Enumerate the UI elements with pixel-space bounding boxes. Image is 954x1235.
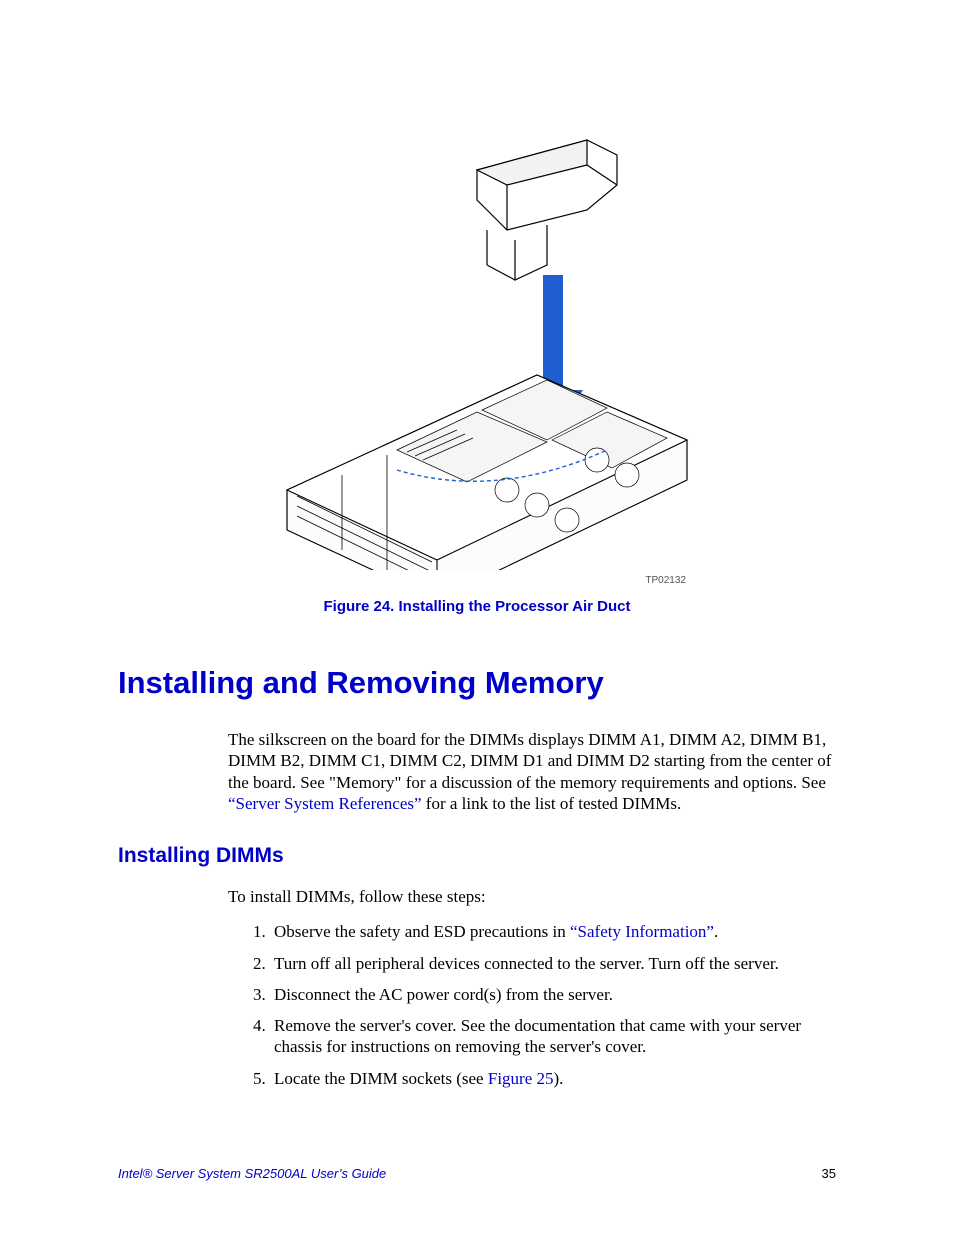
intro-text-post: for a link to the list of tested DIMMs. bbox=[422, 794, 682, 813]
intro-text-pre: The silkscreen on the board for the DIMM… bbox=[228, 730, 831, 792]
step-1: Observe the safety and ESD precautions i… bbox=[270, 921, 836, 942]
page-footer: Intel® Server System SR2500AL User’s Gui… bbox=[118, 1166, 836, 1181]
subsection-body: To install DIMMs, follow these steps: Ob… bbox=[228, 886, 836, 1089]
page: TP02132 Figure 24. Installing the Proces… bbox=[0, 0, 954, 1235]
footer-doc-title: Intel® Server System SR2500AL User’s Gui… bbox=[118, 1166, 386, 1181]
step-5-pre: Locate the DIMM sockets (see bbox=[274, 1069, 488, 1088]
step-4: Remove the server's cover. See the docum… bbox=[270, 1015, 836, 1058]
step-5-post: ). bbox=[554, 1069, 564, 1088]
figure-caption: Figure 24. Installing the Processor Air … bbox=[118, 598, 836, 615]
figure-block: TP02132 Figure 24. Installing the Proces… bbox=[118, 130, 836, 615]
step-1-pre: Observe the safety and ESD precautions i… bbox=[274, 922, 570, 941]
step-1-post: . bbox=[714, 922, 718, 941]
link-figure-25[interactable]: Figure 25 bbox=[488, 1069, 554, 1088]
figure-image-code: TP02132 bbox=[118, 575, 686, 586]
section-heading: Installing and Removing Memory bbox=[118, 665, 836, 701]
step-3: Disconnect the AC power cord(s) from the… bbox=[270, 984, 836, 1005]
figure-illustration bbox=[247, 130, 707, 570]
subsection-heading: Installing DIMMs bbox=[118, 844, 836, 868]
step-5: Locate the DIMM sockets (see Figure 25). bbox=[270, 1068, 836, 1089]
steps-lead: To install DIMMs, follow these steps: bbox=[228, 886, 836, 907]
footer-page-number: 35 bbox=[822, 1166, 836, 1181]
link-server-system-references[interactable]: “Server System References” bbox=[228, 794, 422, 813]
step-2: Turn off all peripheral devices connecte… bbox=[270, 953, 836, 974]
steps-list: Observe the safety and ESD precautions i… bbox=[228, 921, 836, 1089]
link-safety-information[interactable]: “Safety Information” bbox=[570, 922, 714, 941]
section-intro: The silkscreen on the board for the DIMM… bbox=[228, 729, 836, 814]
